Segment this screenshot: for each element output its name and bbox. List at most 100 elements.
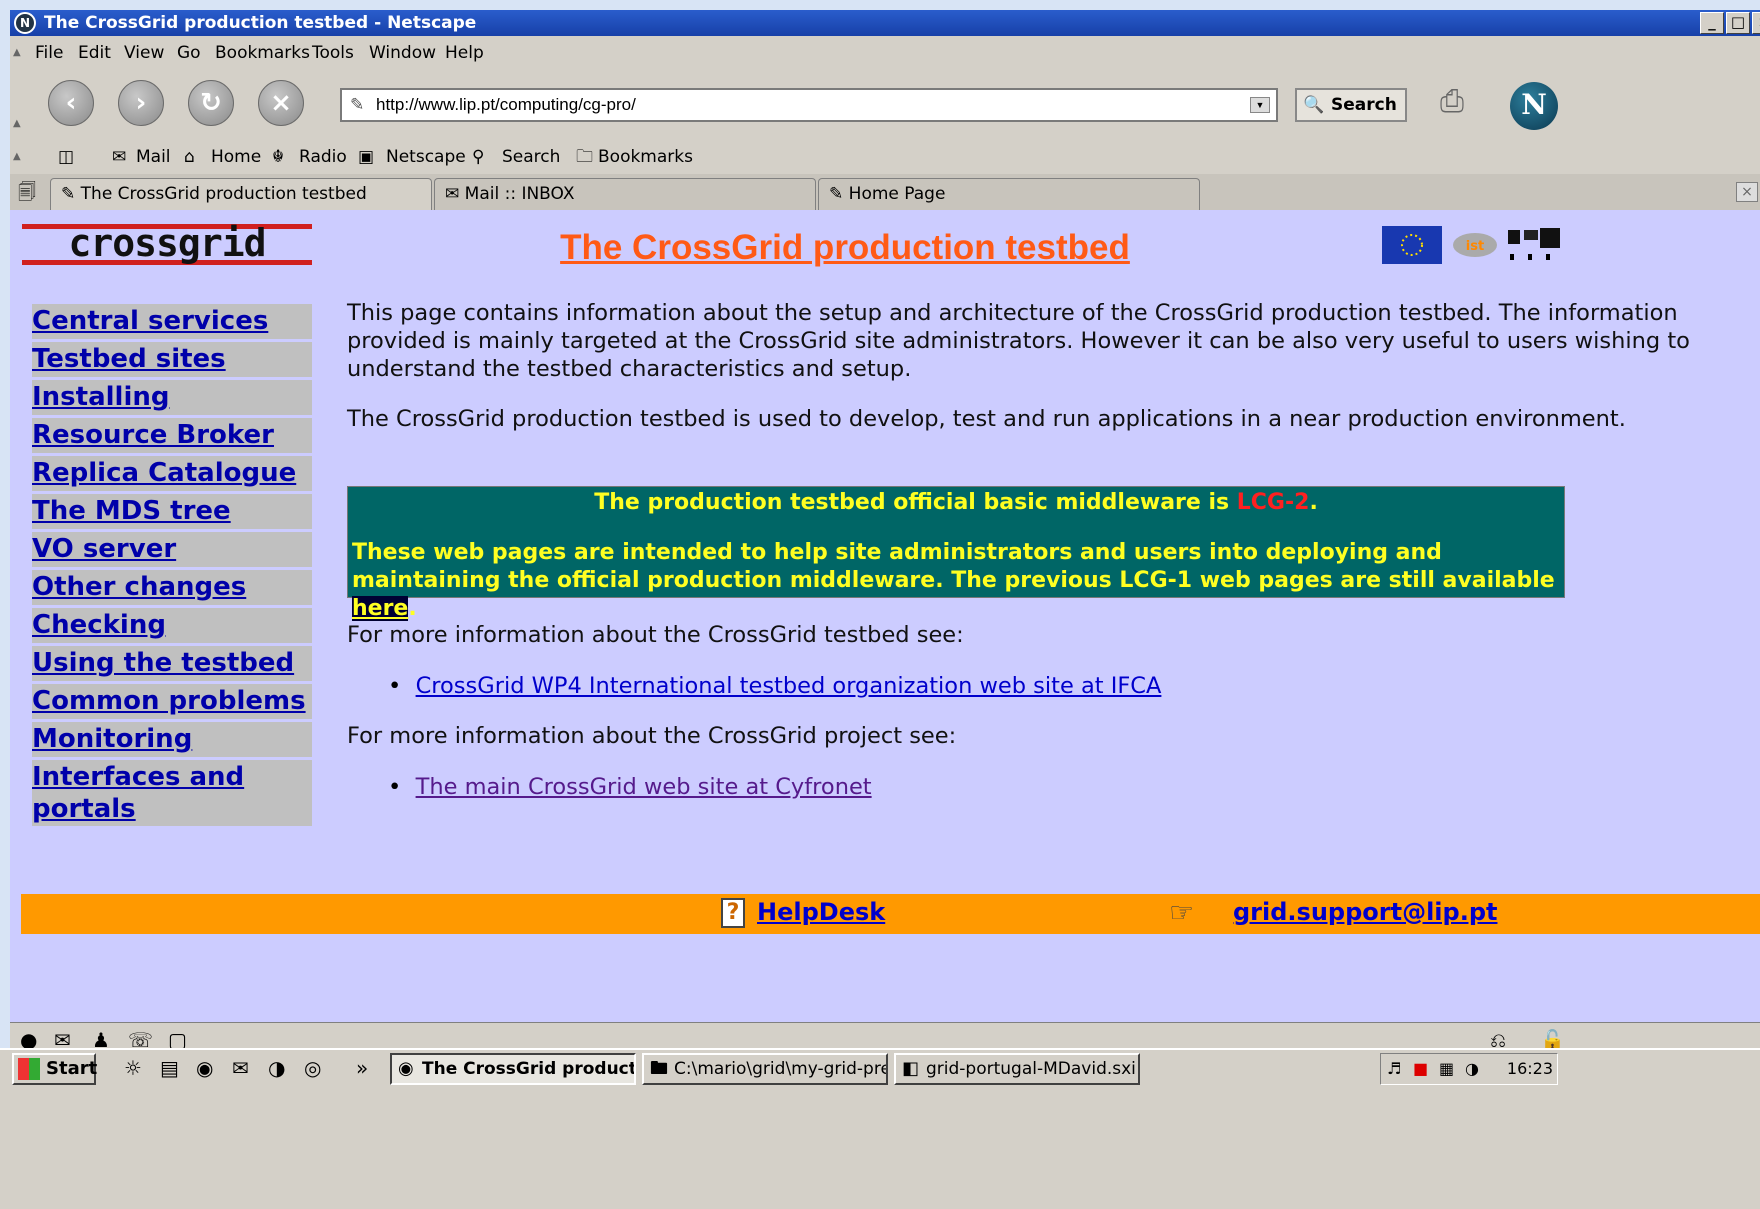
- more-icon[interactable]: »: [356, 1056, 368, 1080]
- clock: 16:23: [1506, 1059, 1553, 1078]
- url-input[interactable]: ✎ http://www.lip.pt/computing/cg-pro/ ▼: [340, 88, 1278, 122]
- search-button-label: Search: [1331, 95, 1397, 115]
- notice-text: .: [408, 596, 417, 621]
- menu-view[interactable]: View: [124, 36, 164, 70]
- toolbar-radio[interactable]: Radio: [299, 142, 347, 172]
- list-item: • The main CrossGrid web site at Cyfrone…: [388, 774, 872, 800]
- toolbar-bookmarks[interactable]: Bookmarks: [598, 142, 693, 172]
- toolbar-grip-icon: ▲: [13, 151, 21, 162]
- print-icon[interactable]: ⎙: [1440, 84, 1464, 119]
- taskbar-row: Start ☼ ▤ ◉ ✉ ◑ ◎ » ◉ The CrossGrid produ…: [0, 1048, 1760, 1086]
- menu-go[interactable]: Go: [177, 36, 201, 70]
- toolbar-mail[interactable]: Mail: [136, 142, 171, 172]
- forward-arrow-icon[interactable]: ›: [118, 80, 164, 126]
- sidebar-item-testbed-sites[interactable]: Testbed sites: [32, 342, 312, 377]
- windows-logo-icon: [18, 1058, 40, 1080]
- sidebar-item-replica-catalogue[interactable]: Replica Catalogue: [32, 456, 312, 491]
- mail-quicklaunch-icon[interactable]: ✉: [232, 1056, 249, 1080]
- magnifier-icon: 🔍: [1303, 95, 1325, 115]
- my-netscape-icon: ▣: [358, 147, 375, 167]
- folder-icon: 🖿: [650, 1058, 668, 1079]
- tab-mail-inbox[interactable]: ✉ Mail :: INBOX: [434, 178, 816, 210]
- tab-label: Home Page: [848, 184, 946, 204]
- sidebar-item-mds-tree[interactable]: The MDS tree: [32, 494, 312, 529]
- sidebar-item-using-testbed[interactable]: Using the testbed: [32, 646, 312, 681]
- menu-bookmarks[interactable]: Bookmarks: [215, 36, 310, 70]
- sidebar-item-other-changes[interactable]: Other changes: [32, 570, 312, 605]
- menu-window[interactable]: Window: [369, 36, 436, 70]
- helpdesk-link[interactable]: HelpDesk: [757, 895, 885, 929]
- browser-window: N The CrossGrid production testbed - Net…: [10, 10, 1760, 1209]
- ati-icon[interactable]: ■: [1413, 1054, 1428, 1084]
- sidebar-item-vo-server[interactable]: VO server: [32, 532, 312, 567]
- netscape-logo-icon[interactable]: N: [1510, 82, 1558, 130]
- cyfronet-link[interactable]: The main CrossGrid web site at Cyfronet: [416, 774, 872, 800]
- notice-text: .: [1309, 490, 1318, 515]
- start-button[interactable]: Start: [12, 1053, 97, 1085]
- sidebar-item-central-services[interactable]: Central services: [32, 304, 312, 339]
- volume-icon[interactable]: ♬: [1387, 1054, 1401, 1084]
- sidebar-item-installing[interactable]: Installing: [32, 380, 312, 415]
- stop-icon[interactable]: ×: [258, 80, 304, 126]
- handshake-icon: ☞: [1169, 896, 1195, 929]
- netscape-quicklaunch-icon[interactable]: ◉: [196, 1056, 213, 1080]
- sidebar-item-monitoring[interactable]: Monitoring: [32, 722, 312, 757]
- browser-quicklaunch-icon[interactable]: ◎: [304, 1056, 321, 1080]
- help-icon: ?: [721, 898, 745, 928]
- ist-logo-icon: ist: [1450, 226, 1500, 264]
- toolbar-grip-icon: ▲: [13, 47, 21, 58]
- reload-icon[interactable]: ↻: [188, 80, 234, 126]
- page-proxy-icon: ✎: [350, 95, 365, 114]
- title-bar: N The CrossGrid production testbed - Net…: [10, 10, 1760, 36]
- notice-line-2: These web pages are intended to help sit…: [352, 539, 1557, 623]
- second-paragraph: The CrossGrid production testbed is used…: [347, 406, 1626, 432]
- close-tab-icon[interactable]: ×: [1736, 182, 1758, 202]
- tab-bar: 🗐 ✎ The CrossGrid production testbed ✉ M…: [10, 174, 1760, 210]
- home-icon: ⌂: [184, 147, 195, 167]
- task-label: The CrossGrid product...: [422, 1059, 636, 1079]
- network-icon[interactable]: ▦: [1439, 1054, 1454, 1084]
- show-desktop-icon[interactable]: ▤: [160, 1056, 179, 1080]
- toolbar-search[interactable]: Search: [502, 142, 560, 172]
- tab-home-page[interactable]: ✎ Home Page: [818, 178, 1200, 210]
- menu-bar: ▲ File Edit View Go Bookmarks Tools Wind…: [10, 36, 1760, 70]
- bookmarks-folder-icon: 🗀: [576, 147, 593, 167]
- tab-crossgrid[interactable]: ✎ The CrossGrid production testbed: [50, 178, 432, 210]
- menu-tools[interactable]: Tools: [312, 36, 354, 70]
- sidebar-toggle-icon[interactable]: ◫: [58, 142, 74, 172]
- task-folder[interactable]: 🖿 C:\mario\grid\my-grid-pre...: [642, 1053, 888, 1085]
- close-button[interactable]: ×: [1752, 12, 1760, 34]
- footer-bar: ? HelpDesk ☞ grid.support@lip.pt: [21, 894, 1760, 934]
- panda-tray-icon[interactable]: ◑: [1465, 1054, 1479, 1084]
- middleware-name: LCG-2: [1236, 490, 1310, 515]
- sidebar-item-common-problems[interactable]: Common problems: [32, 684, 312, 719]
- menu-help[interactable]: Help: [445, 36, 484, 70]
- search-button[interactable]: 🔍 Search: [1295, 88, 1407, 122]
- toolbar-home[interactable]: Home: [211, 142, 261, 172]
- maximize-button[interactable]: □: [1726, 12, 1750, 34]
- notice-text: These web pages are intended to help sit…: [352, 540, 1555, 593]
- tab-label: The CrossGrid production testbed: [80, 184, 367, 204]
- middleware-notice: The production testbed official basic mi…: [347, 486, 1565, 621]
- menu-file[interactable]: File: [35, 36, 63, 70]
- task-impress[interactable]: ◧ grid-portugal-MDavid.sxi ...: [894, 1053, 1140, 1085]
- sidebar-item-checking[interactable]: Checking: [32, 608, 312, 643]
- more-testbed-text: For more information about the CrossGrid…: [347, 622, 964, 648]
- partner-logos: ist: [1382, 226, 1562, 264]
- navigation-toolbar: ▲ ‹ › ↻ × ✎ http://www.lip.pt/computing/…: [10, 70, 1760, 142]
- menu-edit[interactable]: Edit: [78, 36, 111, 70]
- back-arrow-icon[interactable]: ‹: [48, 80, 94, 126]
- testbed-ifca-link[interactable]: CrossGrid WP4 International testbed orga…: [416, 673, 1162, 699]
- minimize-button[interactable]: _: [1700, 12, 1724, 34]
- sidebar-item-interfaces-portals[interactable]: Interfaces and portals: [32, 760, 312, 826]
- toolbar-netscape[interactable]: Netscape: [386, 142, 466, 172]
- new-tab-icon[interactable]: 🗐: [18, 180, 36, 210]
- internet-explorer-icon[interactable]: ☼: [124, 1056, 142, 1080]
- support-email-link[interactable]: grid.support@lip.pt: [1233, 895, 1497, 929]
- task-crossgrid[interactable]: ◉ The CrossGrid product...: [390, 1053, 636, 1085]
- lcg1-here-link[interactable]: here: [352, 596, 409, 621]
- sidebar-item-resource-broker[interactable]: Resource Broker: [32, 418, 312, 453]
- url-dropdown-icon[interactable]: ▼: [1250, 97, 1270, 113]
- panda-icon[interactable]: ◑: [268, 1056, 285, 1080]
- toolbar-grip-icon: ▲: [13, 118, 21, 129]
